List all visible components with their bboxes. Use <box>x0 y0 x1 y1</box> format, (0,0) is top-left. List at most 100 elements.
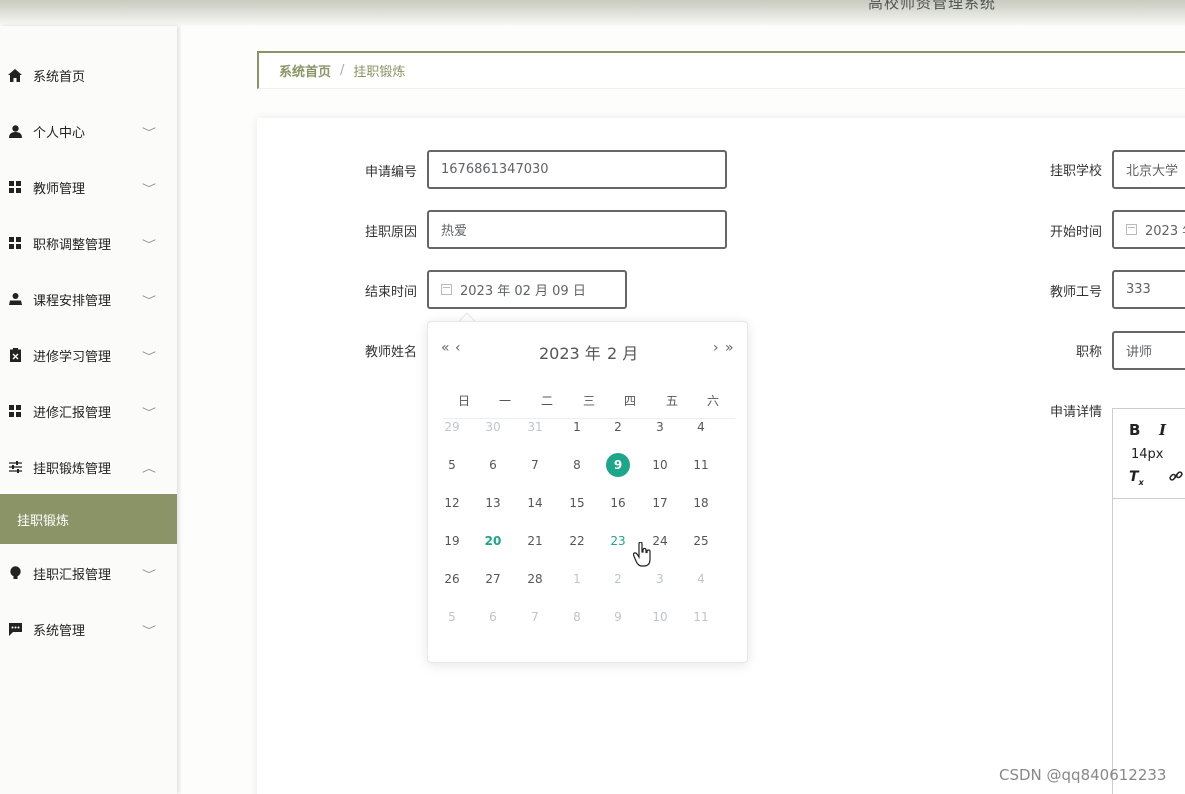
breadcrumb-separator: / <box>340 63 345 78</box>
apply-no-input[interactable]: 1676861347030 <box>427 150 727 189</box>
editor-toolbar: B I 14px Tx <box>1113 409 1185 499</box>
calendar-day[interactable]: 9 <box>606 453 630 477</box>
calendar-day[interactable]: 1 <box>565 567 589 591</box>
chevron-down-icon: ﹀ <box>142 351 156 363</box>
sidebar-item-label: 职称调整管理 <box>33 237 112 253</box>
reason-label: 挂职原因 <box>364 225 417 240</box>
sidebar-item-label: 挂职锻炼 <box>17 513 70 529</box>
app-title: 高校师资管理系统 <box>868 0 997 12</box>
sidebar: 系统首页 个人中心 ﹀ 教师管理 ﹀ 职称调整管理 ﹀ 课程安排管理 ﹀ 进修学… <box>0 26 177 794</box>
sidebar-item-system[interactable]: 系统管理 ﹀ <box>0 601 177 657</box>
reason-input[interactable]: 热爱 <box>427 210 727 249</box>
bulb-icon <box>8 566 22 580</box>
calendar-day[interactable]: 25 <box>689 529 713 553</box>
sidebar-item-title-adjust[interactable]: 职称调整管理 ﹀ <box>0 215 177 271</box>
start-time-value: 2023 年 <box>1145 224 1185 239</box>
calendar-day[interactable]: 9 <box>606 605 630 629</box>
calendar-day[interactable]: 20 <box>481 529 505 553</box>
datepicker-year[interactable]: 2023 年 <box>539 340 601 364</box>
next-year-button[interactable]: » <box>725 340 733 356</box>
italic-button[interactable]: I <box>1159 421 1166 439</box>
sidebar-item-label: 系统首页 <box>33 69 86 85</box>
prev-month-button[interactable]: ‹ <box>455 340 460 356</box>
chevron-down-icon: ﹀ <box>142 407 156 419</box>
weekday-header: 六 <box>706 394 719 408</box>
teacher-id-input[interactable]: 333 <box>1112 270 1185 309</box>
calendar-day[interactable]: 17 <box>648 491 672 515</box>
calendar-day[interactable]: 2 <box>606 567 630 591</box>
calendar-day[interactable]: 31 <box>523 415 547 439</box>
chevron-down-icon: ﹀ <box>142 295 156 307</box>
breadcrumb-home-link[interactable]: 系统首页 <box>279 61 331 80</box>
calendar-day[interactable]: 13 <box>481 491 505 515</box>
calendar-icon <box>441 284 452 295</box>
rich-text-editor[interactable]: B I 14px Tx <box>1112 408 1185 794</box>
bold-button[interactable]: B <box>1129 421 1140 439</box>
calendar-day[interactable]: 3 <box>648 567 672 591</box>
sidebar-item-secondment-training[interactable]: 挂职锻炼 <box>0 494 177 544</box>
sidebar-item-label: 课程安排管理 <box>33 293 112 309</box>
start-time-label: 开始时间 <box>1049 225 1102 240</box>
sidebar-item-study[interactable]: 进修学习管理 ﹀ <box>0 327 177 383</box>
sidebar-item-home[interactable]: 系统首页 <box>0 47 177 103</box>
calendar-day[interactable]: 10 <box>648 453 672 477</box>
calendar-day[interactable]: 7 <box>523 453 547 477</box>
next-month-button[interactable]: › <box>713 340 718 356</box>
calendar-day[interactable]: 8 <box>565 453 589 477</box>
end-time-input[interactable]: 2023 年 02 月 09 日 <box>427 270 627 309</box>
calendar-day[interactable]: 27 <box>481 567 505 591</box>
chevron-down-icon: ﹀ <box>142 625 156 637</box>
calendar-day[interactable]: 5 <box>440 605 464 629</box>
calendar-day[interactable]: 7 <box>523 605 547 629</box>
calendar-day[interactable]: 30 <box>481 415 505 439</box>
calendar-day[interactable]: 15 <box>565 491 589 515</box>
calendar-day[interactable]: 6 <box>481 453 505 477</box>
sidebar-item-study-report[interactable]: 进修汇报管理 ﹀ <box>0 383 177 439</box>
calendar-day[interactable]: 8 <box>565 605 589 629</box>
calendar-day[interactable]: 4 <box>689 567 713 591</box>
weekday-header: 五 <box>665 394 678 408</box>
calendar-day[interactable]: 22 <box>565 529 589 553</box>
calendar-day[interactable]: 5 <box>440 453 464 477</box>
weekday-header: 一 <box>498 394 511 408</box>
breadcrumb-current: 挂职锻炼 <box>353 65 406 80</box>
sidebar-item-label: 教师管理 <box>33 181 86 197</box>
school-input[interactable]: 北京大学 <box>1112 150 1185 189</box>
calendar-day[interactable]: 10 <box>648 605 672 629</box>
title-input[interactable]: 讲师 <box>1112 331 1185 370</box>
calendar-day[interactable]: 3 <box>648 415 672 439</box>
datepicker-month[interactable]: 2 月 <box>607 340 638 364</box>
font-size-select[interactable]: 14px <box>1131 447 1164 462</box>
teacher-name-label: 教师姓名 <box>364 345 417 360</box>
prev-year-button[interactable]: « <box>441 340 449 356</box>
sidebar-item-profile[interactable]: 个人中心 ﹀ <box>0 103 177 159</box>
sidebar-item-secondment[interactable]: 挂职锻炼管理 ︿ <box>0 439 177 495</box>
chevron-down-icon: ﹀ <box>142 569 156 581</box>
calendar-day[interactable]: 19 <box>440 529 464 553</box>
calendar-day[interactable]: 16 <box>606 491 630 515</box>
sidebar-item-teachers[interactable]: 教师管理 ﹀ <box>0 159 177 215</box>
sidebar-item-label: 挂职汇报管理 <box>33 567 112 583</box>
calendar-day[interactable]: 14 <box>523 491 547 515</box>
calendar-day[interactable]: 11 <box>689 453 713 477</box>
calendar-day[interactable]: 1 <box>565 415 589 439</box>
title-value: 讲师 <box>1126 345 1153 360</box>
calendar-day[interactable]: 11 <box>689 605 713 629</box>
calendar-day[interactable]: 26 <box>440 567 464 591</box>
clipboard-icon <box>8 348 22 362</box>
calendar-day[interactable]: 23 <box>606 529 630 553</box>
sidebar-item-courses[interactable]: 课程安排管理 ﹀ <box>0 271 177 327</box>
calendar-day[interactable]: 21 <box>523 529 547 553</box>
sidebar-item-secondment-report[interactable]: 挂职汇报管理 ﹀ <box>0 545 177 601</box>
calendar-day[interactable]: 29 <box>440 415 464 439</box>
calendar-day[interactable]: 2 <box>606 415 630 439</box>
calendar-day[interactable]: 18 <box>689 491 713 515</box>
start-time-input[interactable]: 2023 年 <box>1112 210 1185 249</box>
clear-format-icon[interactable]: Tx <box>1129 469 1144 487</box>
link-icon[interactable] <box>1169 469 1183 487</box>
sidebar-item-label: 系统管理 <box>33 623 86 639</box>
calendar-day[interactable]: 4 <box>689 415 713 439</box>
calendar-day[interactable]: 28 <box>523 567 547 591</box>
calendar-day[interactable]: 12 <box>440 491 464 515</box>
calendar-day[interactable]: 6 <box>481 605 505 629</box>
